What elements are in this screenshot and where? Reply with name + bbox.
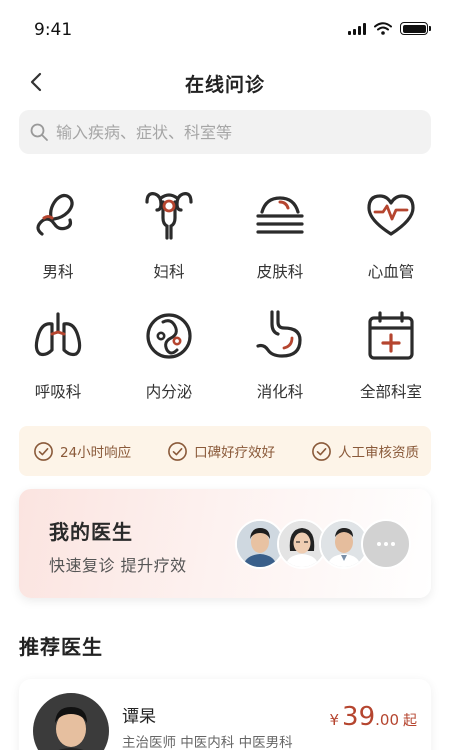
category-all[interactable]: 全部科室 [341, 308, 441, 418]
search-icon [30, 123, 48, 141]
stomach-icon [256, 310, 302, 358]
battery-icon [400, 22, 431, 35]
price-currency: ¥ [329, 711, 340, 729]
price-integer: 39 [342, 702, 376, 732]
category-label: 内分泌 [145, 383, 193, 401]
wifi-icon [374, 22, 392, 35]
feature-label: 口碑好疗效好 [194, 445, 276, 461]
search-input[interactable] [56, 122, 396, 142]
my-doctors-title: 我的医生 [49, 520, 133, 544]
nav-bar: 在线问诊 [0, 62, 450, 102]
search-bar[interactable] [19, 110, 431, 154]
category-dermatology[interactable]: 皮肤科 [230, 188, 330, 298]
feature-label: 人工审核资质 [338, 445, 419, 461]
status-time: 9:41 [34, 20, 73, 40]
category-label: 呼吸科 [34, 383, 82, 401]
check-circle-icon [168, 441, 187, 461]
skin-icon [256, 196, 304, 234]
more-icon [377, 542, 395, 546]
feature-label: 24小时响应 [60, 445, 132, 461]
category-label: 心血管 [367, 263, 415, 281]
feature-item: 24小时响应 [33, 441, 131, 462]
more-doctors-button[interactable] [361, 519, 411, 569]
male-health-icon [36, 193, 74, 236]
lungs-icon [34, 312, 82, 357]
my-doctors-subtitle: 快速复诊 提升疗效 [49, 556, 187, 575]
category-digestive[interactable]: 消化科 [230, 308, 330, 418]
hospital-calendar-icon [368, 311, 414, 360]
doctor-title: 主治医师 中医内科 中医男科 [122, 735, 293, 750]
category-label: 皮肤科 [256, 263, 304, 281]
price-suffix: 起 [403, 713, 417, 729]
check-circle-icon [34, 441, 53, 461]
category-gynecology[interactable]: 妇科 [119, 188, 219, 298]
consult-price: ¥ 39 .00 起 [330, 702, 418, 732]
category-label: 全部科室 [359, 383, 422, 401]
check-circle-icon [312, 441, 331, 461]
heart-pulse-icon [367, 194, 415, 236]
section-title: 推荐医生 [19, 635, 103, 659]
category-label: 妇科 [153, 263, 185, 281]
doctor-name: 谭杲 [122, 707, 156, 727]
my-doctors-card[interactable]: 我的医生 快速复诊 提升疗效 [19, 489, 431, 598]
category-label: 消化科 [256, 383, 304, 401]
endocrine-icon [146, 313, 192, 359]
category-label: 男科 [42, 263, 74, 281]
category-respiratory[interactable]: 呼吸科 [8, 308, 108, 418]
status-icons [348, 22, 431, 35]
page-title: 在线问诊 [184, 74, 265, 96]
feature-strip: 24小时响应 口碑好疗效好 人工审核资质 [19, 426, 431, 476]
category-cardiology[interactable]: 心血管 [341, 188, 441, 298]
price-decimal: .00 [375, 711, 399, 729]
feature-item: 口碑好疗效好 [167, 441, 275, 462]
feature-item: 人工审核资质 [311, 441, 419, 462]
signal-icon [348, 22, 366, 35]
doctor-card[interactable]: 谭杲 主治医师 中医内科 中医男科 ¥ 39 .00 起 [19, 679, 431, 750]
category-endocrine[interactable]: 内分泌 [119, 308, 219, 418]
status-bar: 9:41 [0, 0, 450, 60]
uterus-icon [145, 192, 193, 240]
avatar [33, 693, 109, 750]
category-male[interactable]: 男科 [8, 188, 108, 298]
